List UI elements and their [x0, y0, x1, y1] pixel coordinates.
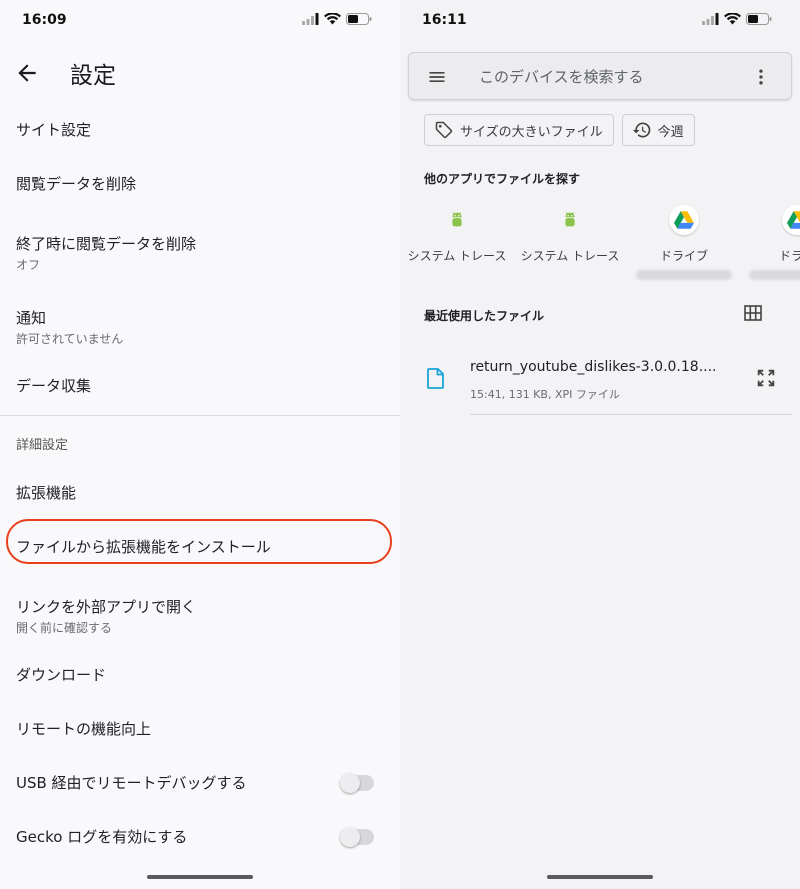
file-icon: [427, 368, 444, 389]
hamburger-menu-icon[interactable]: [427, 67, 447, 87]
setting-label: 通知: [16, 309, 47, 327]
setting-label: データ収集: [16, 377, 92, 395]
back-arrow-icon[interactable]: [14, 60, 40, 86]
row-divider: [470, 414, 792, 415]
chip-this-week[interactable]: 今週: [621, 114, 695, 146]
setting-label: USB 経由でリモートデバッグする: [16, 774, 247, 792]
status-icons: [702, 13, 772, 25]
setting-clear-browsing-data[interactable]: 閲覧データを削除: [0, 158, 400, 212]
file-name: return_youtube_dislikes-3.0.0.18....: [470, 359, 717, 375]
page-title: 設定: [70, 63, 116, 89]
gesture-home-bar: [547, 875, 653, 879]
setting-usb-remote-debugging[interactable]: USB 経由でリモートデバッグする: [0, 757, 400, 811]
section-divider: [0, 415, 400, 416]
google-drive-icon: [782, 205, 800, 235]
search-placeholder: このデバイスを検索する: [479, 68, 644, 86]
app-source-item[interactable]: システム トレース: [518, 205, 622, 264]
setting-extensions[interactable]: 拡張機能: [0, 467, 400, 521]
setting-label: ファイルから拡張機能をインストール: [16, 538, 271, 556]
status-bar: 16:09: [0, 0, 400, 44]
android-bug-icon: [555, 205, 585, 235]
app-source-name: システム トレース: [407, 249, 507, 263]
recent-files-heading: 最近使用したファイル: [424, 309, 545, 323]
recent-file-row[interactable]: return_youtube_dislikes-3.0.0.18.... 15:…: [400, 350, 800, 415]
usb-debug-toggle[interactable]: [340, 773, 374, 793]
signal-icon: [302, 13, 319, 25]
status-bar: 16:11: [400, 0, 800, 44]
settings-app-bar: 設定: [0, 52, 400, 94]
setting-label: Gecko ログを有効にする: [16, 828, 188, 846]
android-bug-icon: [442, 205, 472, 235]
setting-downloads[interactable]: ダウンロード: [0, 649, 400, 703]
status-icons: [302, 13, 372, 25]
status-time: 16:11: [422, 12, 467, 28]
grid-view-icon[interactable]: [744, 305, 762, 321]
settings-screen: 16:09 設定 サイト設定 閲覧データを削除 終了時に閲覧データを削除 オフ …: [0, 0, 400, 889]
file-metadata: 15:41, 131 KB, XPI ファイル: [470, 388, 620, 401]
filter-chips: サイズの大きいファイル 今週: [424, 114, 695, 146]
tag-icon: [435, 121, 453, 139]
settings-list: サイト設定 閲覧データを削除 終了時に閲覧データを削除 オフ 通知 許可されてい…: [0, 104, 400, 865]
setting-label: 終了時に閲覧データを削除: [16, 235, 197, 253]
signal-icon: [702, 13, 719, 25]
history-icon: [632, 122, 650, 138]
google-drive-icon: [669, 205, 699, 235]
setting-open-links-in-apps[interactable]: リンクを外部アプリで開く 開く前に確認する: [0, 575, 400, 649]
setting-summary: 開く前に確認する: [16, 621, 113, 635]
setting-notifications[interactable]: 通知 許可されていません: [0, 286, 400, 360]
app-source-item[interactable]: システム トレース: [405, 205, 509, 264]
setting-label: サイト設定: [16, 121, 92, 139]
app-source-name: システム トレース: [520, 249, 620, 263]
setting-data-collection[interactable]: データ収集: [0, 360, 400, 414]
app-source-name: ドライ: [778, 249, 800, 263]
section-header-label: 詳細設定: [16, 438, 69, 453]
redacted-account: [749, 270, 800, 280]
app-source-name: ドライブ: [659, 249, 708, 263]
wifi-icon: [324, 13, 341, 25]
gecko-log-toggle[interactable]: [340, 827, 374, 847]
setting-summary: オフ: [16, 258, 41, 272]
setting-label: 閲覧データを削除: [16, 175, 137, 193]
setting-label: リモートの機能向上: [16, 720, 152, 738]
setting-remote-improvements[interactable]: リモートの機能向上: [0, 703, 400, 757]
chip-label: 今週: [657, 124, 684, 140]
toggle-knob: [340, 827, 360, 847]
chip-large-files[interactable]: サイズの大きいファイル: [424, 114, 614, 146]
setting-site-settings[interactable]: サイト設定: [0, 104, 400, 158]
section-header-advanced: 詳細設定: [0, 417, 400, 467]
find-in-apps-heading: 他のアプリでファイルを探す: [424, 172, 581, 186]
setting-install-extension-from-file[interactable]: ファイルから拡張機能をインストール: [0, 521, 400, 575]
status-time: 16:09: [22, 12, 67, 28]
file-picker-screen: 16:11 このデバイスを検索する サイズの大きいファイル 今週 他のアプリでフ…: [400, 0, 800, 889]
wifi-icon: [724, 13, 741, 25]
app-source-item[interactable]: ドライ: [745, 205, 800, 280]
gesture-home-bar: [147, 875, 253, 879]
expand-preview-icon[interactable]: [755, 367, 777, 389]
redacted-account: [636, 270, 732, 280]
chip-label: サイズの大きいファイル: [460, 124, 603, 140]
setting-gecko-logging[interactable]: Gecko ログを有効にする: [0, 811, 400, 865]
battery-icon: [346, 13, 372, 25]
battery-icon: [746, 13, 772, 25]
more-vert-icon[interactable]: [751, 67, 771, 87]
app-sources-row: システム トレース システム トレース ドライブ ドラ: [400, 205, 800, 285]
setting-summary: 許可されていません: [16, 332, 124, 346]
setting-label: ダウンロード: [16, 666, 107, 684]
setting-label: リンクを外部アプリで開く: [16, 598, 197, 616]
setting-clear-on-exit[interactable]: 終了時に閲覧データを削除 オフ: [0, 212, 400, 286]
setting-label: 拡張機能: [16, 484, 77, 502]
toggle-knob: [340, 773, 360, 793]
app-source-item[interactable]: ドライブ: [632, 205, 736, 280]
search-bar[interactable]: このデバイスを検索する: [408, 52, 792, 100]
